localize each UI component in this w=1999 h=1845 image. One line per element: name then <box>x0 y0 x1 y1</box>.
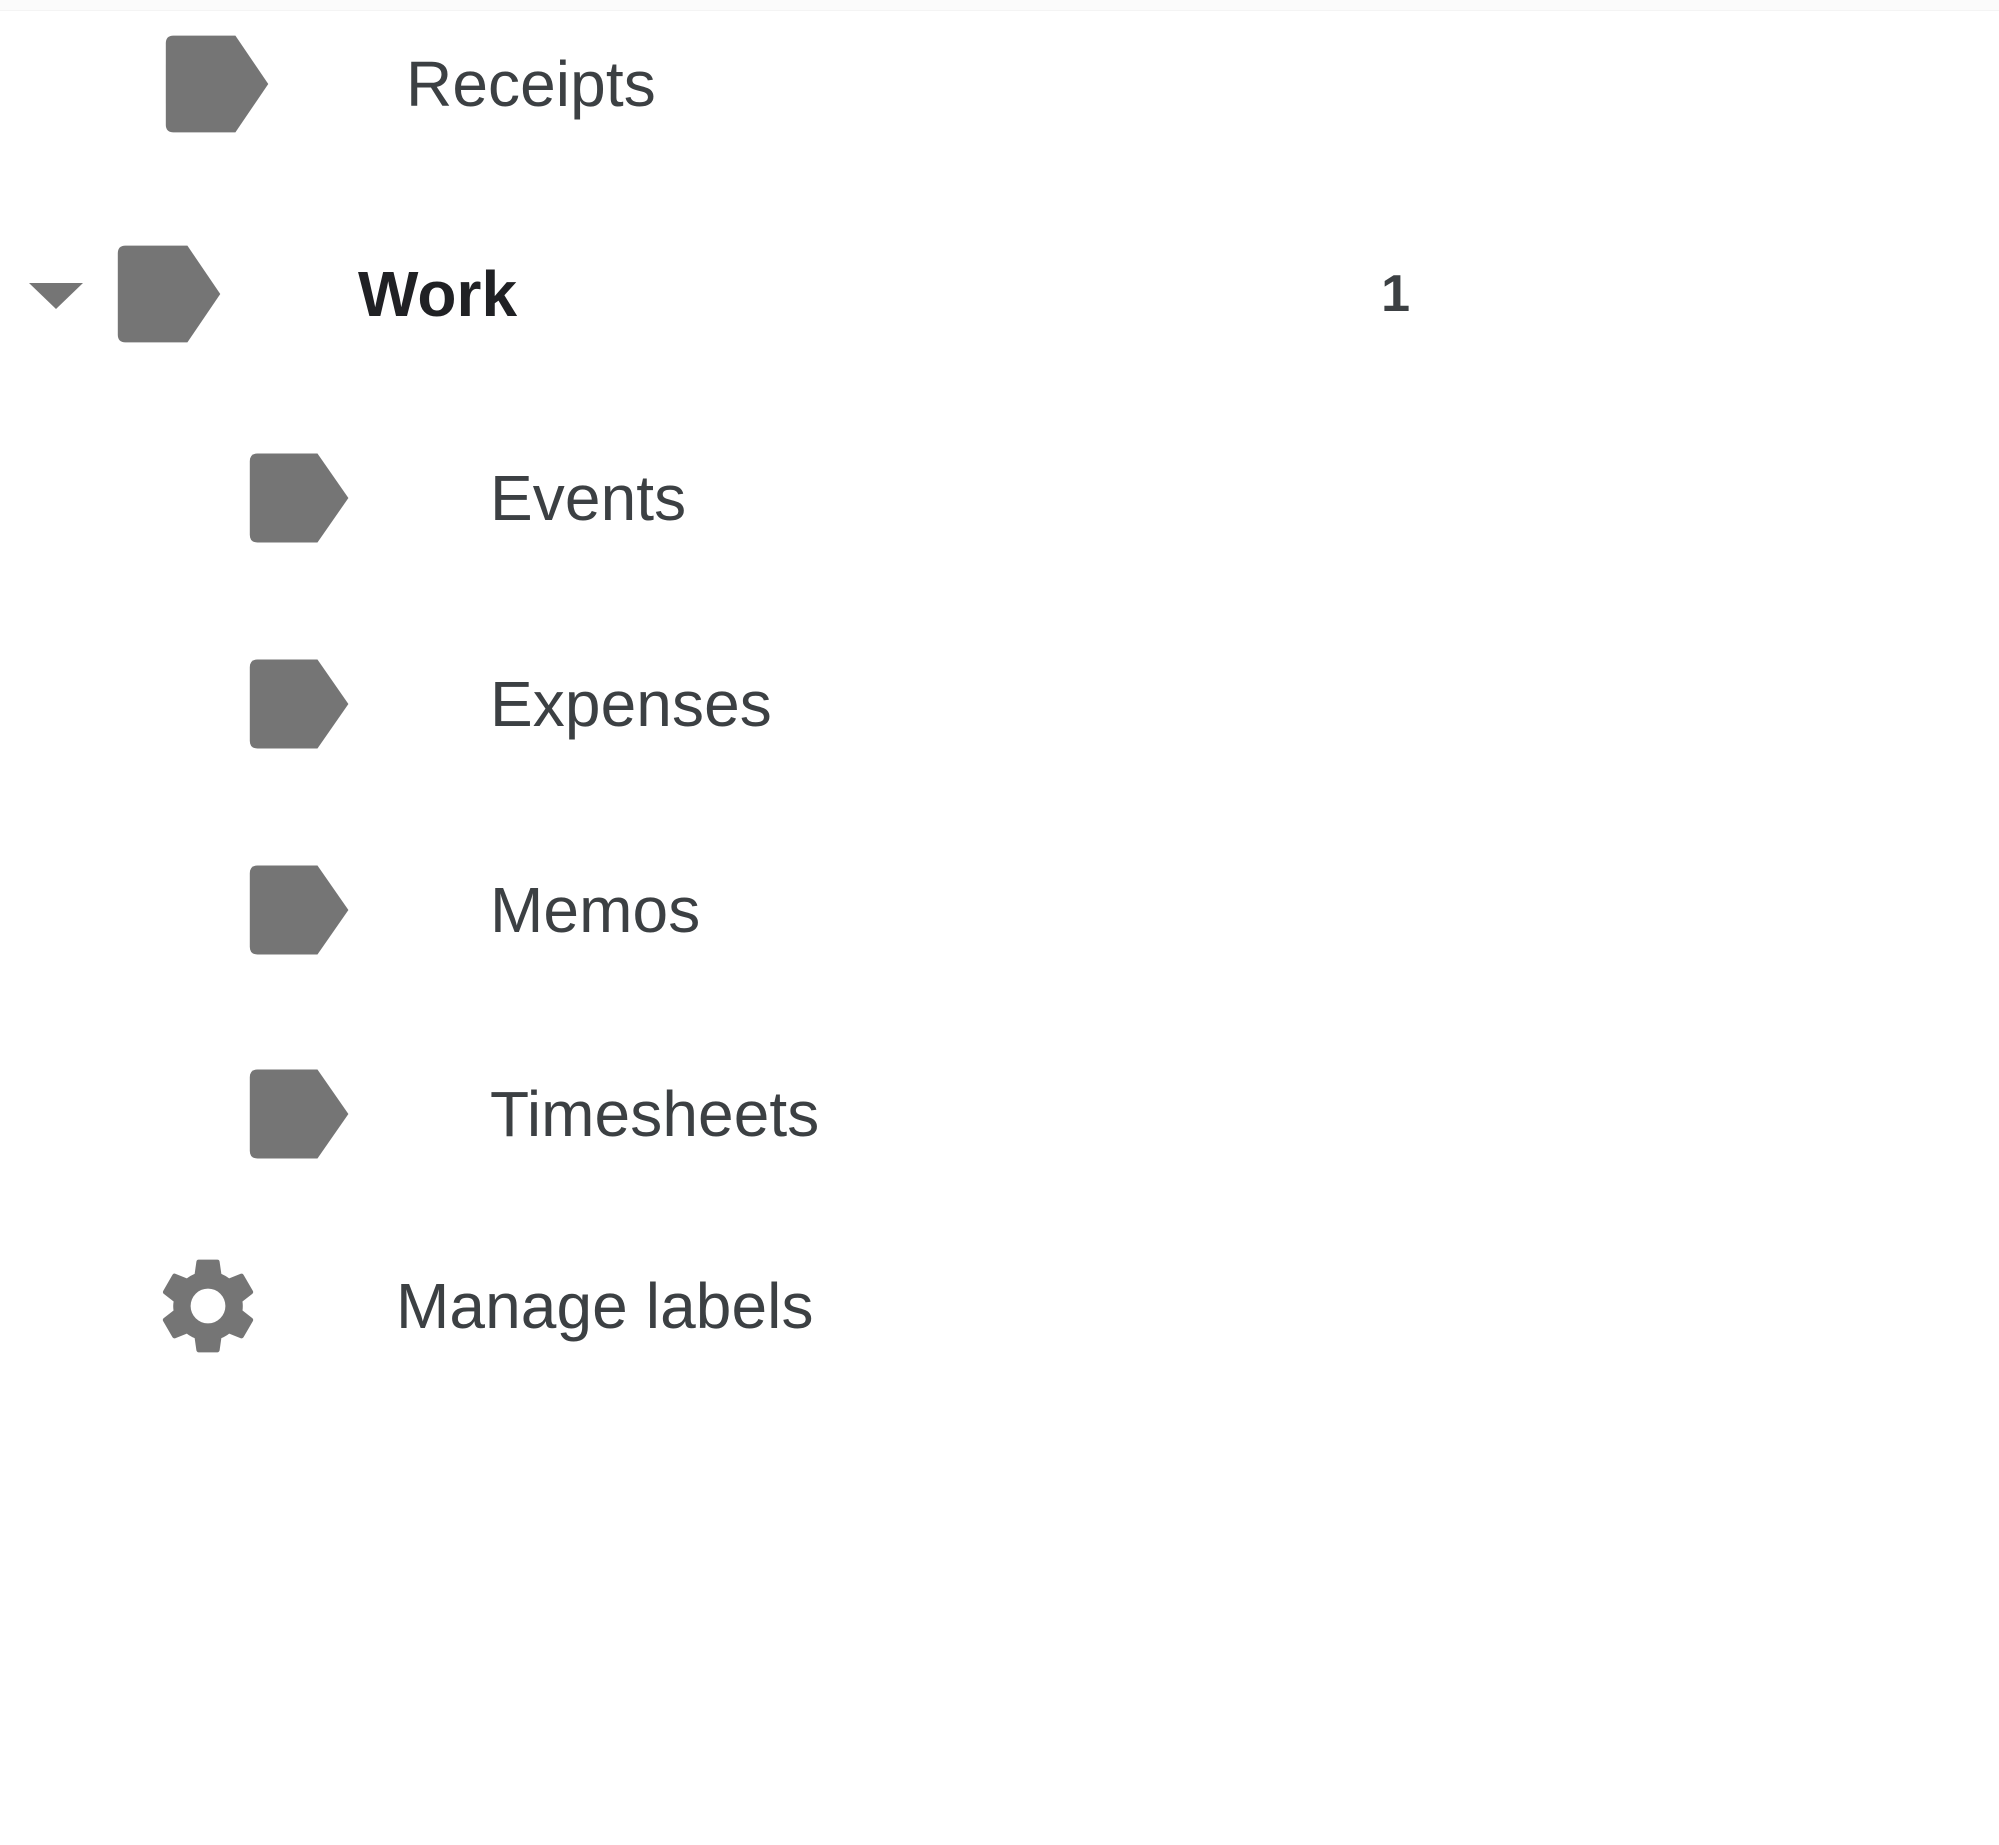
panel-top-divider <box>0 0 1999 11</box>
label-tag-icon <box>160 26 276 142</box>
sidebar-item-memos[interactable]: Memos <box>0 852 1870 968</box>
sidebar-item-label: Timesheets <box>490 1078 820 1150</box>
sidebar-item-label: Expenses <box>490 668 772 740</box>
sidebar-item-work[interactable]: Work 1 <box>0 236 1870 352</box>
caret-down-icon[interactable] <box>0 236 112 352</box>
sidebar-item-events[interactable]: Events <box>0 440 1870 556</box>
label-tag-icon <box>244 646 360 762</box>
label-tag-icon <box>112 236 228 352</box>
label-tag-icon <box>244 440 360 556</box>
sidebar-item-label: Work <box>358 258 518 330</box>
sidebar-item-label: Memos <box>490 874 701 946</box>
sidebar-item-label: Events <box>490 462 687 534</box>
sidebar-item-label: Receipts <box>406 48 656 120</box>
sidebar-item-receipts[interactable]: Receipts <box>0 26 1870 142</box>
sidebar-item-manage-labels[interactable]: Manage labels <box>0 1248 1870 1364</box>
label-tag-icon <box>244 852 360 968</box>
labels-sidebar: Receipts Work 1 Events Expenses Memos Ti… <box>0 0 1999 1845</box>
sidebar-item-timesheets[interactable]: Timesheets <box>0 1056 1870 1172</box>
label-tag-icon <box>244 1056 360 1172</box>
sidebar-item-expenses[interactable]: Expenses <box>0 646 1870 762</box>
unread-count-badge: 1 <box>1381 265 1410 323</box>
gear-icon <box>150 1248 266 1364</box>
manage-labels-label: Manage labels <box>396 1270 814 1342</box>
